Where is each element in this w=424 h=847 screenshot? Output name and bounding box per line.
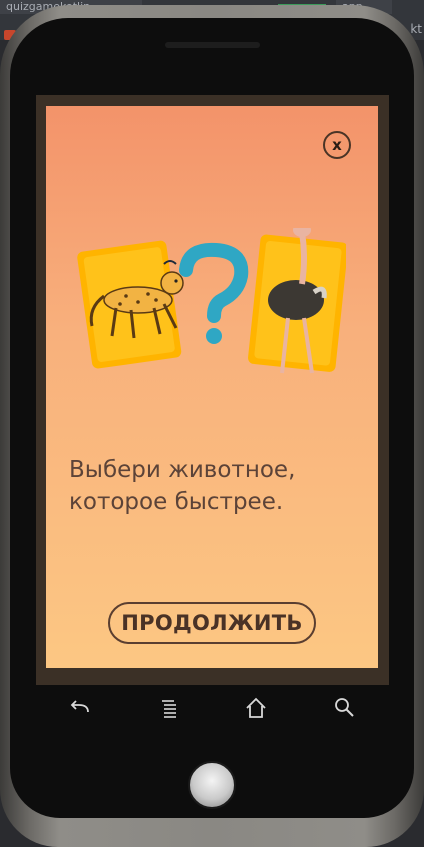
animal-comparison-illustration <box>77 228 346 374</box>
question-mark-icon <box>179 242 249 344</box>
menu-icon[interactable] <box>157 696 181 720</box>
back-icon[interactable] <box>68 696 92 720</box>
question-line-1: Выбери животное, <box>69 457 296 483</box>
android-nav-bar <box>40 690 390 730</box>
speaker-grille <box>165 42 260 48</box>
app-screen: x Выбери животное, которое быстрее. ПРОД… <box>46 106 378 668</box>
ide-side-label: kt <box>410 22 422 36</box>
question-text: Выбери животное, которое быстрее. <box>69 454 359 518</box>
hardware-home-button[interactable] <box>188 761 236 809</box>
home-icon[interactable] <box>244 696 268 720</box>
continue-button[interactable]: ПРОДОЛЖИТЬ <box>108 602 316 644</box>
close-button[interactable]: x <box>323 131 351 159</box>
question-line-2: которое быстрее. <box>69 489 284 515</box>
search-icon[interactable] <box>332 696 356 720</box>
